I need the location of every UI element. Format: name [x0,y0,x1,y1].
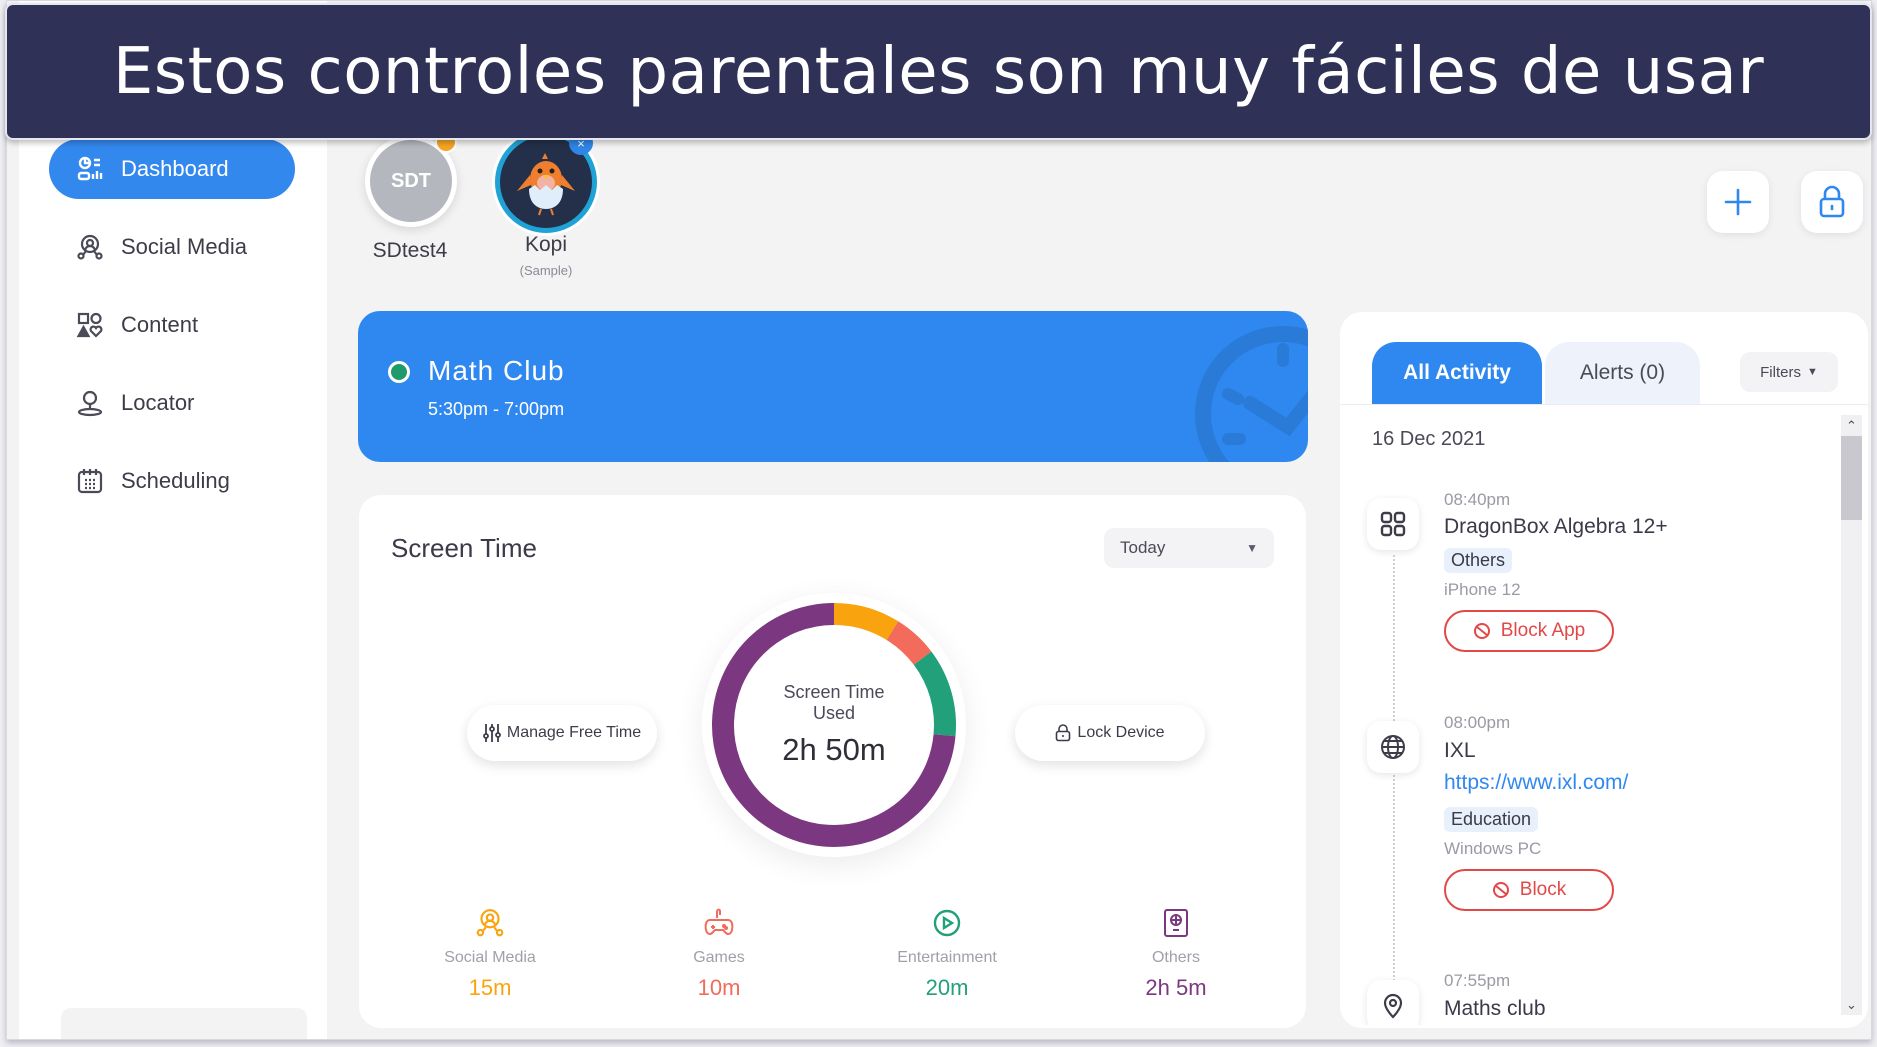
locator-icon [75,388,105,418]
sidebar-item-locator[interactable]: Locator [49,373,295,433]
stat-label: Social Media [444,949,536,966]
others-icon [1096,905,1256,941]
activity-link[interactable]: https://www.ixl.com/ [1444,771,1628,795]
sidebar: Dashboard Social Media Content Locator S… [19,1,327,1039]
manage-free-time-button[interactable]: Manage Free Time [467,705,657,761]
avatar-initials: SDT [391,169,431,192]
stat-entertainment: Entertainment 20m [867,905,1027,1001]
chick-avatar-icon [517,153,575,216]
stat-value: 10m [697,975,741,1000]
sidebar-item-label: Dashboard [121,156,229,181]
sidebar-item-label: Content [121,312,199,337]
activity-time: 08:00pm [1444,713,1511,732]
sidebar-item-scheduling[interactable]: Scheduling [49,451,295,511]
activity-time: 08:40pm [1444,490,1511,509]
event-status-dot [388,361,410,383]
dashboard-icon [75,154,105,184]
block-icon [1473,623,1490,639]
lock-device-button[interactable]: Lock Device [1015,705,1205,761]
activity-device: Windows PC [1444,839,1542,858]
clock-icon [1195,326,1308,462]
sliders-icon [482,724,501,742]
apps-icon [1367,498,1419,550]
content-icon [75,310,105,340]
timeline-line [1393,555,1395,1025]
activity-title: DragonBox Algebra 12+ [1444,515,1668,538]
caption-banner: Estos controles parentales son muy fácil… [5,3,1872,140]
plus-icon [1724,188,1752,216]
screen-time-donut: Screen Time Used 2h 50m [702,593,966,857]
profile-name[interactable]: SDtest4 [355,239,465,263]
event-title: Math Club [428,355,565,386]
activity-category-tag: Education [1444,807,1539,832]
stat-value: 15m [468,975,512,1000]
filters-label: Filters [1760,363,1801,381]
stat-label: Entertainment [897,949,997,966]
profile-sample-label: (Sample) [519,263,573,278]
stat-label: Games [693,949,745,966]
calendar-icon [75,466,105,496]
sidebar-item-social-media[interactable]: Social Media [49,217,295,277]
activity-list[interactable]: 16 Dec 2021 08:40pm DragonBox Algebra 12… [1340,415,1840,1025]
period-select-value: Today [1120,538,1166,557]
activity-title: IXL [1444,739,1476,762]
filters-button[interactable]: Filters ▼ [1740,352,1838,392]
scroll-down-icon[interactable]: ⌄ [1841,994,1862,1015]
stat-label: Others [1151,949,1200,966]
scroll-up-icon[interactable]: ⌃ [1841,415,1862,436]
social-media-icon [410,905,570,941]
scrollbar-thumb[interactable] [1841,436,1862,520]
lock-device-label: Lock Device [1077,724,1165,741]
block-button[interactable]: Block [1444,869,1614,911]
tabs-divider [1340,404,1868,405]
profile-name[interactable]: Kopi [496,233,596,257]
add-button[interactable] [1707,171,1769,233]
stat-social-media: Social Media 15m [410,905,570,1001]
stat-value: 20m [925,975,969,1000]
activity-device: iPhone 12 [1444,580,1521,599]
sidebar-item-label: Scheduling [121,468,230,493]
block-app-button[interactable]: Block App [1444,610,1614,652]
screen-time-title: Screen Time [391,533,537,563]
lock-icon [1056,724,1071,742]
caret-down-icon: ▼ [1246,541,1258,555]
sidebar-item-label: Locator [121,390,195,415]
tab-all-activity[interactable]: All Activity [1372,342,1542,404]
gamepad-icon [639,905,799,941]
block-icon [1492,882,1509,898]
donut-center: Screen Time Used 2h 50m [702,593,966,857]
donut-total-value: 2h 50m [782,732,886,767]
activity-title: Maths club [1444,997,1546,1020]
stat-games: Games 10m [639,905,799,1001]
activity-time: 07:55pm [1444,971,1511,990]
sidebar-item-label: Social Media [121,234,247,259]
stat-others: Others 2h 5m [1096,905,1256,1001]
screen-time-card: Screen Time Today ▼ Manage Free Time Loc… [359,495,1306,1028]
event-time: 5:30pm - 7:00pm [428,399,565,419]
stat-value: 2h 5m [1145,975,1207,1000]
activity-date: 16 Dec 2021 [1372,428,1486,450]
current-event-card[interactable]: Math Club 5:30pm - 7:00pm [358,311,1308,462]
caret-down-icon: ▼ [1806,366,1818,378]
activity-category-tag: Others [1444,548,1513,573]
manage-free-time-label: Manage Free Time [506,724,642,741]
location-pin-icon [1367,980,1419,1025]
block-label: Block [1519,879,1567,900]
block-app-label: Block App [1500,620,1586,641]
period-select[interactable]: Today ▼ [1104,528,1274,568]
social-media-icon [75,232,105,262]
tab-alerts[interactable]: Alerts (0) [1545,342,1700,404]
activity-card: All Activity Alerts (0) Filters ▼ 16 Dec… [1340,312,1868,1028]
play-icon [867,905,1027,941]
lock-icon [1819,185,1845,218]
lock-button[interactable] [1801,171,1863,233]
globe-icon [1367,721,1419,773]
donut-center-label: Screen Time Used [783,682,885,723]
sidebar-item-dashboard[interactable]: Dashboard [49,139,295,199]
sidebar-footer [61,1008,307,1039]
app-window: Dashboard Social Media Content Locator S… [6,0,1872,1040]
sidebar-item-content[interactable]: Content [49,295,295,355]
caption-text: Estos controles parentales son muy fácil… [112,34,1765,109]
